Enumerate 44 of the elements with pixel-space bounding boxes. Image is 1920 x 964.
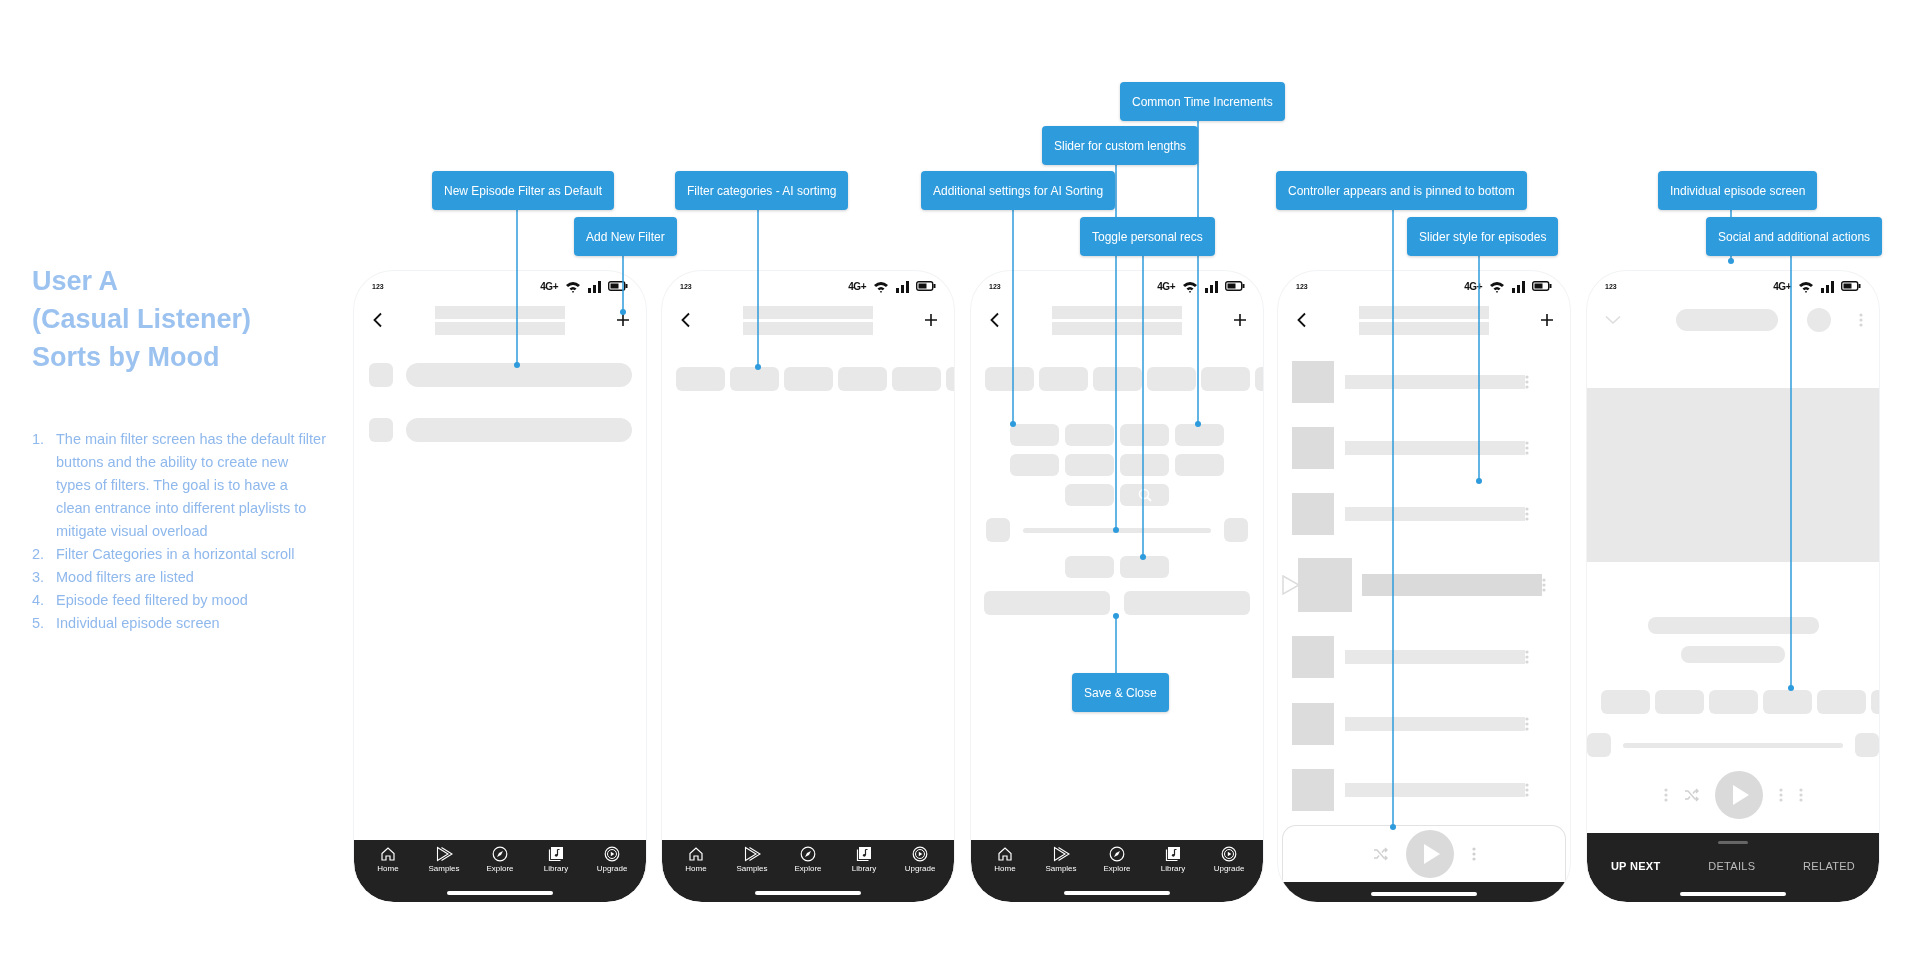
nav-item[interactable]: Upgrade (587, 846, 637, 873)
callout-label: New Episode Filter as Default (432, 171, 615, 210)
nav-item[interactable]: Home (671, 846, 721, 873)
nav-item[interactable]: Explore (783, 846, 833, 873)
callout-label: Social and additional actions (1706, 217, 1883, 256)
page-heading: User A (Casual Listener) Sorts by Mood (32, 265, 253, 374)
step-number: 1. (32, 430, 46, 449)
step-text: Mood filters are listed (56, 568, 195, 587)
callout-label: Add New Filter (574, 217, 677, 256)
callout-label: Controller appears and is pinned to bottom (1276, 171, 1527, 210)
step-number: 2. (32, 545, 46, 564)
nav-item[interactable]: Explore (475, 846, 525, 873)
callout-label: Slider for custom lengths (1042, 126, 1199, 165)
callout-label: Filter categories - AI sortimg (675, 171, 849, 210)
nav-item[interactable]: Library (839, 846, 889, 873)
step-number: 3. (32, 568, 46, 587)
callout-label: Additional settings for AI Sorting (921, 171, 1116, 210)
nav-item[interactable]: Upgrade (895, 846, 945, 873)
callout-label: Slider style for episodes (1407, 217, 1559, 256)
nav-item[interactable]: Library (1148, 846, 1198, 873)
step-number: 4. (32, 591, 46, 610)
nav-item[interactable]: Samples (419, 846, 469, 873)
tab[interactable]: DETAILS (1704, 858, 1760, 874)
nav-item[interactable]: Samples (727, 846, 777, 873)
nav-item[interactable]: Samples (1036, 846, 1086, 873)
nav-item[interactable]: Upgrade (1204, 846, 1254, 873)
step-text: Filter Categories in a horizontal scroll (56, 545, 296, 564)
callout-label: Individual episode screen (1658, 171, 1818, 210)
step-text: The main filter screen has the default filter buttons and the ability to create new types of filters. The goal is to have a clean entrance into different playlists to mitigate visual overload (56, 430, 326, 541)
step-text: Individual episode screen (56, 614, 221, 633)
callout-label: Common Time Increments (1120, 82, 1285, 121)
nav-item[interactable]: Library (531, 846, 581, 873)
network-label: 4G+ (540, 280, 558, 292)
step-text: Episode feed filtered by mood (56, 591, 249, 610)
callout-label: Toggle personal recs (1080, 217, 1215, 256)
tab[interactable]: RELATED (1799, 858, 1860, 874)
callout-label: Save & Close (1072, 673, 1169, 712)
network-label: 4G+ (1157, 280, 1175, 292)
step-number: 5. (32, 614, 46, 633)
nav-item[interactable]: Home (363, 846, 413, 873)
network-label: 4G+ (848, 280, 866, 292)
nav-item[interactable]: Explore (1092, 846, 1142, 873)
nav-item[interactable]: Home (980, 846, 1030, 873)
tab[interactable]: UP NEXT (1606, 858, 1665, 874)
